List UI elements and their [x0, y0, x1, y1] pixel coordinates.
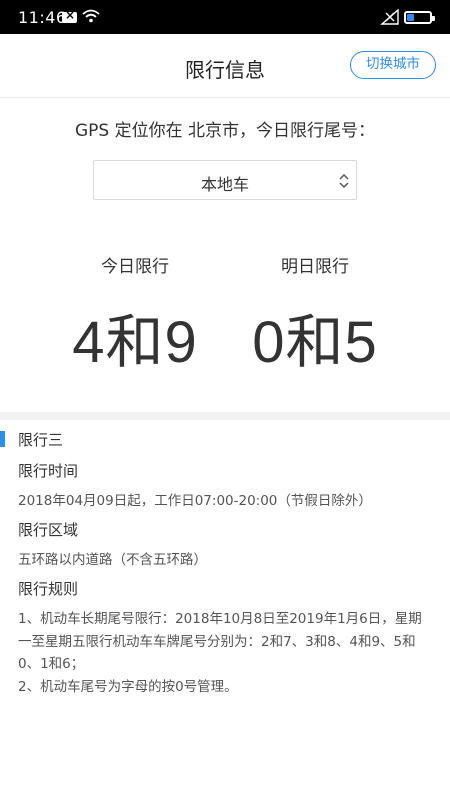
limit-rules-block: 限行规则 1、机动车长期尾号限行：2018年10月8日至2019年1月6日，星期…	[18, 578, 438, 698]
nav-bar: 限行信息 切换城市	[0, 34, 450, 98]
limit-area-text: 五环路以内道路（不含五环路）	[18, 552, 207, 568]
rule-2: 2、机动车尾号为字母的按0号管理。	[18, 678, 238, 695]
tomorrow-limit-label: 明日限行	[281, 257, 349, 277]
rule-1-line-3: 0、1和6；	[18, 656, 85, 672]
no-signal-icon	[380, 9, 399, 25]
switch-city-button[interactable]: 切换城市	[350, 51, 436, 79]
limit-time-text: 2018年04月09日起，工作日07:00-20:00（节假日除外）	[18, 493, 372, 509]
limit-time-title: 限行时间	[18, 462, 79, 480]
section-divider	[0, 412, 450, 420]
section-title: 限行三	[18, 431, 64, 449]
status-bar: 11:46	[0, 0, 450, 34]
tomorrow-limit-numbers: 0和5	[252, 310, 378, 375]
limit-time-block: 限行时间 2018年04月09日起，工作日07:00-20:00（节假日除外）	[18, 460, 438, 512]
today-limit-numbers: 4和9	[72, 310, 198, 375]
rule-1-line-1: 1、机动车长期尾号限行：2018年10月8日至2019年1月6日，星期	[18, 611, 422, 627]
tomorrow-limit: 明日限行 0和5	[235, 252, 395, 379]
car-type-select[interactable]: 本地车	[93, 160, 357, 200]
limit-rules-title: 限行规则	[18, 580, 79, 598]
today-limit: 今日限行 4和9	[55, 252, 215, 379]
sim-icon	[62, 8, 77, 23]
car-type-select-value: 本地车	[200, 175, 249, 194]
wifi-icon	[82, 9, 100, 23]
limit-area-title: 限行区域	[18, 521, 79, 539]
chevron-updown-icon	[339, 173, 349, 189]
limit-area-block: 限行区域 五环路以内道路（不含五环路）	[18, 519, 438, 571]
gps-location-text: GPS 定位你在 北京市，今日限行尾号：	[74, 121, 376, 141]
section-accent-bar	[0, 431, 5, 447]
limit-rules-text: 1、机动车长期尾号限行：2018年10月8日至2019年1月6日，星期 一至星期…	[18, 608, 438, 698]
today-limit-label: 今日限行	[101, 257, 169, 277]
rule-1-line-2: 一至星期五限行机动车车牌尾号分别为：2和7、3和8、4和9、5和	[18, 633, 416, 650]
status-time: 11:46	[18, 8, 67, 27]
battery-icon	[404, 11, 435, 24]
